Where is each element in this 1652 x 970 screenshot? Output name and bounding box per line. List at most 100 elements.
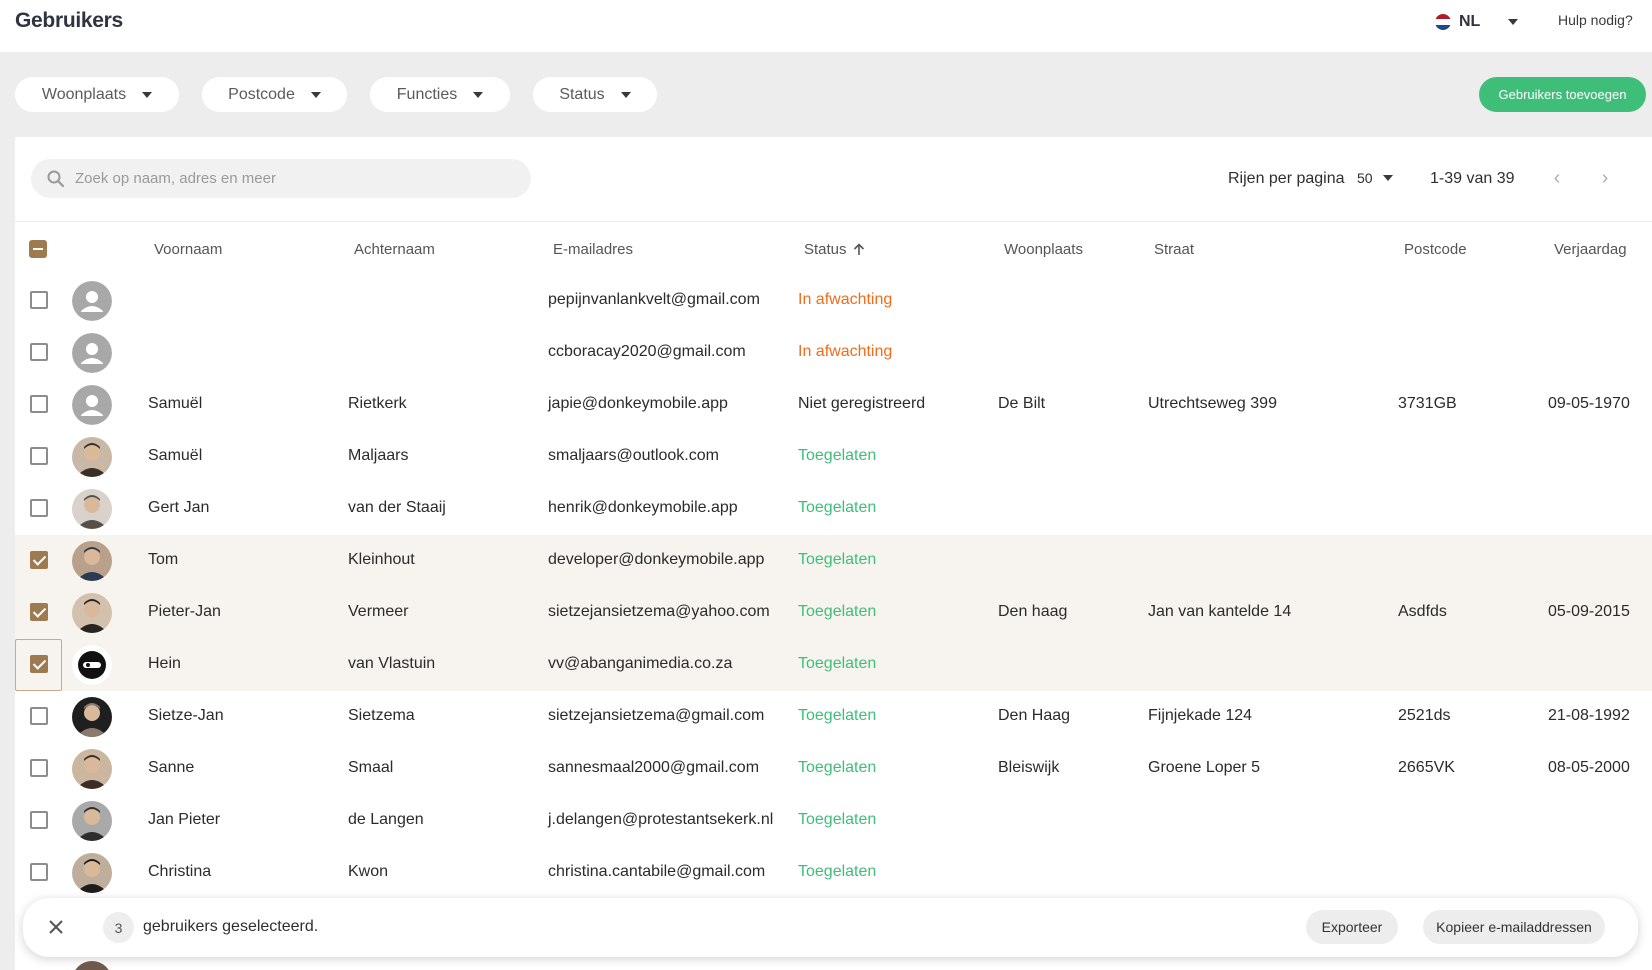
language-code: NL bbox=[1459, 13, 1481, 30]
pagination-range: 1-39 van 39 bbox=[1430, 170, 1515, 187]
table-row[interactable]: Gert Jan van der Staaij henrik@donkeymobil… bbox=[15, 483, 1652, 535]
avatar bbox=[72, 489, 112, 529]
row-checkbox[interactable] bbox=[30, 759, 48, 777]
cell-birthday: 05-09-2015 bbox=[1548, 603, 1630, 620]
column-lastname[interactable]: Achternaam bbox=[354, 241, 435, 258]
select-all-checkbox[interactable] bbox=[29, 240, 47, 258]
cell-firstname: Hein bbox=[148, 655, 181, 672]
cell-street: Utrechtseweg 399 bbox=[1148, 395, 1277, 412]
row-checkbox[interactable] bbox=[30, 499, 48, 517]
cell-email: sietzejansietzema@gmail.com bbox=[548, 707, 765, 724]
cell-lastname: Vermeer bbox=[348, 603, 409, 620]
cell-email: sietzejansietzema@yahoo.com bbox=[548, 603, 770, 620]
status-badge: Toegelaten bbox=[798, 655, 877, 672]
row-checkbox[interactable] bbox=[30, 291, 48, 309]
close-icon[interactable] bbox=[45, 916, 67, 938]
copy-emails-button[interactable]: Kopieer e-mailaddressen bbox=[1423, 910, 1605, 944]
avatar-logo bbox=[72, 645, 112, 685]
rows-per-page-label: Rijen per pagina bbox=[1228, 170, 1345, 187]
search-icon bbox=[47, 170, 65, 187]
cell-lastname: van der Staaij bbox=[348, 499, 446, 516]
row-checkbox[interactable] bbox=[30, 551, 48, 569]
cell-lastname: Kwon bbox=[348, 863, 389, 880]
table-row[interactable]: ccboracay2020@gmail.com In afwachting bbox=[15, 327, 1652, 379]
table-row[interactable]: Hein van Vlastuin vv@abanganimedia.co.za To… bbox=[15, 639, 1652, 691]
rows-per-page-value: 50 bbox=[1357, 170, 1373, 186]
cell-postcode: 3731GB bbox=[1398, 395, 1457, 412]
filter-label: Status bbox=[559, 85, 605, 103]
filter-functies[interactable]: Functies bbox=[370, 77, 510, 112]
previous-page-icon[interactable]: ‹ bbox=[1547, 168, 1567, 188]
column-firstname[interactable]: Voornaam bbox=[154, 241, 222, 258]
table-row[interactable]: pepijnvanlankvelt@gmail.com In afwachting bbox=[15, 275, 1652, 327]
column-email[interactable]: E-mailadres bbox=[553, 241, 633, 258]
next-page-icon[interactable]: › bbox=[1595, 168, 1615, 188]
status-badge: In afwachting bbox=[798, 291, 893, 308]
cell-firstname: Gert Jan bbox=[148, 499, 210, 516]
filter-label: Postcode bbox=[228, 85, 295, 103]
cell-lastname: Maljaars bbox=[348, 447, 409, 464]
chevron-down-icon bbox=[142, 91, 153, 98]
column-city[interactable]: Woonplaats bbox=[1004, 241, 1083, 258]
chevron-down-icon bbox=[310, 91, 321, 98]
column-birthday[interactable]: Verjaardag bbox=[1554, 241, 1627, 258]
export-button[interactable]: Exporteer bbox=[1306, 910, 1398, 944]
status-badge: Toegelaten bbox=[798, 811, 877, 828]
avatar bbox=[72, 437, 112, 477]
cell-email: henrik@donkeymobile.app bbox=[548, 499, 738, 516]
filter-woonplaats[interactable]: Woonplaats bbox=[15, 77, 179, 112]
help-link[interactable]: Hulp nodig? bbox=[1558, 12, 1633, 28]
filter-label: Functies bbox=[396, 85, 458, 103]
cell-lastname: van Vlastuin bbox=[348, 655, 436, 672]
avatar bbox=[72, 541, 112, 581]
status-badge: Toegelaten bbox=[798, 759, 877, 776]
chevron-down-icon bbox=[1382, 175, 1393, 181]
table-row[interactable]: Pieter-Jan Vermeer sietzejansietzema@yahoo… bbox=[15, 587, 1652, 639]
row-checkbox[interactable] bbox=[30, 603, 48, 621]
cell-email: vv@abanganimedia.co.za bbox=[548, 655, 733, 672]
cell-email: developer@donkeymobile.app bbox=[548, 551, 765, 568]
table-row[interactable]: Tom Kleinhout developer@donkeymobile.app To… bbox=[15, 535, 1652, 587]
table-row[interactable]: Christina Kwon christina.cantabile@gmail.c… bbox=[15, 847, 1652, 899]
column-street[interactable]: Straat bbox=[1154, 241, 1194, 258]
filter-bar: Woonplaats Postcode Functies Status bbox=[15, 77, 657, 112]
column-status[interactable]: Status bbox=[804, 241, 865, 258]
row-checkbox[interactable] bbox=[30, 447, 48, 465]
search-box bbox=[31, 159, 531, 198]
cell-firstname: Samuël bbox=[148, 395, 203, 412]
row-checkbox[interactable] bbox=[30, 863, 48, 881]
filter-postcode[interactable]: Postcode bbox=[202, 77, 347, 112]
cell-firstname: Sietze-Jan bbox=[148, 707, 224, 724]
table-row[interactable]: Samuël Maljaars smaljaars@outlook.com Toege… bbox=[15, 431, 1652, 483]
row-checkbox[interactable] bbox=[30, 395, 48, 413]
cell-city: Den haag bbox=[998, 603, 1068, 620]
status-badge: Toegelaten bbox=[798, 707, 877, 724]
search-input[interactable] bbox=[75, 170, 495, 187]
status-badge: Niet geregistreerd bbox=[798, 395, 926, 412]
cell-lastname: de Langen bbox=[348, 811, 424, 828]
table-row[interactable]: Sanne Smaal sannesmaal2000@gmail.com Toegel… bbox=[15, 743, 1652, 795]
cell-firstname: Tom bbox=[148, 551, 179, 568]
row-checkbox[interactable] bbox=[30, 343, 48, 361]
cell-email: smaljaars@outlook.com bbox=[548, 447, 719, 464]
add-users-button[interactable]: Gebruikers toevoegen bbox=[1479, 77, 1646, 112]
rows-per-page-select[interactable]: 50 bbox=[1357, 170, 1393, 186]
table-row[interactable]: Sietze-Jan Sietzema sietzejansietzema@gmai… bbox=[15, 691, 1652, 743]
cell-email: christina.cantabile@gmail.com bbox=[548, 863, 766, 880]
row-checkbox[interactable] bbox=[30, 655, 48, 673]
filter-status[interactable]: Status bbox=[533, 77, 657, 112]
language-selector[interactable]: NL bbox=[1435, 9, 1519, 35]
cell-birthday: 09-05-1970 bbox=[1548, 395, 1630, 412]
row-checkbox[interactable] bbox=[30, 707, 48, 725]
table-row[interactable]: Samuël Rietkerk japie@donkeymobile.app Niet… bbox=[15, 379, 1652, 431]
cell-birthday: 08-05-2000 bbox=[1548, 759, 1630, 776]
avatar-placeholder-icon bbox=[72, 333, 112, 373]
page-title: Gebruikers bbox=[15, 9, 123, 32]
column-postcode[interactable]: Postcode bbox=[1404, 241, 1467, 258]
cell-firstname: Pieter-Jan bbox=[148, 603, 221, 620]
cell-firstname: Samuël bbox=[148, 447, 203, 464]
row-checkbox[interactable] bbox=[30, 811, 48, 829]
cell-email: ccboracay2020@gmail.com bbox=[548, 343, 746, 360]
cell-postcode: 2521ds bbox=[1398, 707, 1451, 724]
table-row[interactable]: Jan Pieter de Langen j.delangen@protestant… bbox=[15, 795, 1652, 847]
